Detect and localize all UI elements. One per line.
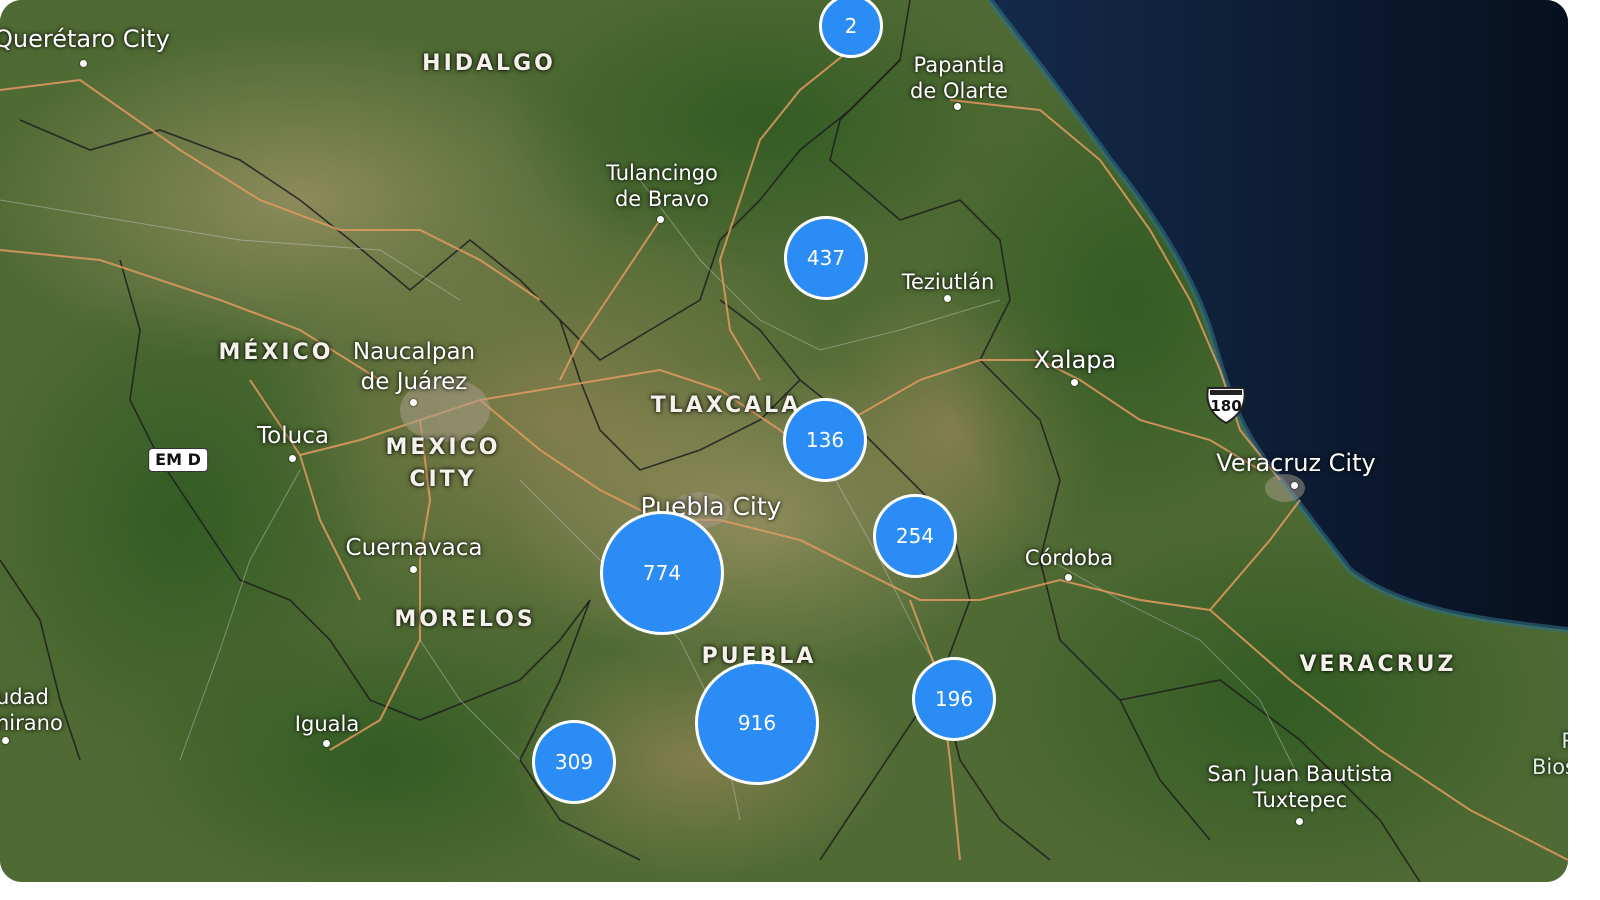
cluster-layer: 2 437 136 254 774 916 196 309 [0,0,1568,882]
cluster-count: 774 [642,561,682,585]
cluster-marker[interactable]: 309 [532,720,616,804]
cluster-count: 136 [805,428,845,452]
cluster-marker[interactable]: 136 [783,398,867,482]
cluster-marker[interactable]: 916 [695,661,819,785]
cluster-marker[interactable]: 437 [784,216,868,300]
cluster-marker[interactable]: 774 [600,511,724,635]
cluster-marker[interactable]: 254 [873,494,957,578]
cluster-count: 254 [895,524,935,548]
cluster-marker[interactable]: 2 [819,0,883,58]
map-view[interactable]: HIDALGO MÉXICO TLAXCALA MEXICO CITY MORE… [0,0,1568,882]
cluster-count: 2 [844,14,858,38]
cluster-count: 437 [806,246,846,270]
cluster-count: 196 [934,687,974,711]
cluster-count: 309 [554,750,594,774]
cluster-count: 916 [737,711,777,735]
cluster-marker[interactable]: 196 [912,657,996,741]
